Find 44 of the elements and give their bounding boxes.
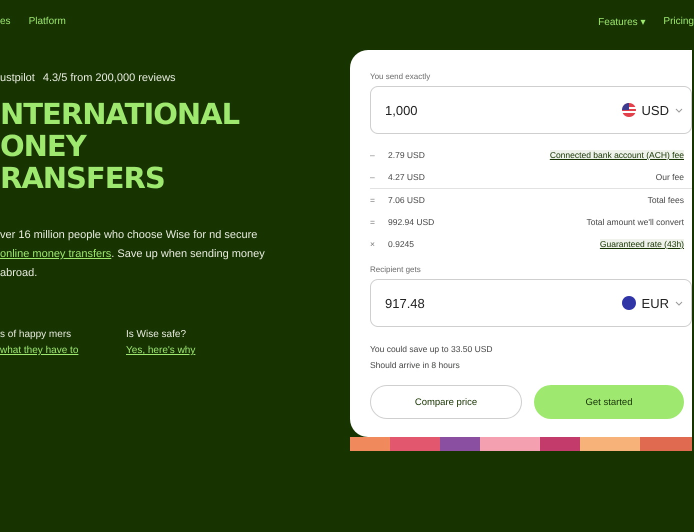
operator-sign: =	[370, 195, 376, 205]
link[interactable]: what they have to	[0, 343, 96, 359]
nav-link[interactable]: es	[0, 16, 11, 46]
brand-name: ustpilot	[0, 72, 35, 84]
amount-field[interactable]: 917.48 EUR	[370, 279, 692, 327]
nav-link[interactable]: Features ▾	[598, 16, 646, 46]
chevron-icon	[675, 300, 683, 306]
compare-button[interactable]: Compare price	[370, 385, 522, 419]
fee-amount: 992.94 USD	[388, 217, 436, 227]
headline: ONEY	[0, 130, 88, 162]
operator-sign: –	[370, 150, 376, 160]
intro-text: ver 16 million people who choose Wise for nd secure online money transfers. Save up when sending money abroad.	[0, 228, 266, 281]
fee-label: Total fees	[646, 195, 684, 205]
link[interactable]: online money transfers	[0, 248, 112, 260]
flag-icon	[622, 103, 636, 117]
fee-link[interactable]: Guaranteed rate (43h)	[600, 239, 684, 249]
fee-amount: 0.9245	[388, 239, 415, 249]
flag-icon	[622, 296, 636, 310]
link[interactable]: Yes, here's why	[126, 343, 222, 359]
amount-field[interactable]: 1,000 USD	[370, 86, 692, 134]
start-button[interactable]: Get started	[534, 385, 684, 419]
headline: NTERNATIONAL	[0, 98, 240, 130]
nav-link[interactable]: Platform	[28, 16, 66, 46]
fee-label: Our fee	[654, 172, 684, 182]
info-text: Should arrive in 8 hours	[370, 359, 461, 372]
fee-label: Total amount we'll convert	[585, 217, 684, 227]
currency-selector[interactable]: USD	[622, 102, 683, 118]
chevron-icon	[675, 108, 683, 112]
operator-sign: =	[370, 217, 376, 227]
fee-amount: 7.06 USD	[388, 195, 426, 205]
info-text: You could save up to 33.50 USD	[370, 343, 494, 356]
stat-text: s of happy mers	[0, 328, 72, 342]
fee-link[interactable]: Connected bank account (ACH) fee	[550, 150, 684, 160]
operator-sign: ×	[370, 239, 376, 249]
headline: RANSFERS	[0, 162, 166, 194]
field-label: Recipient gets	[370, 265, 422, 274]
field-label: You send exactly	[370, 72, 432, 81]
nav-link[interactable]: Pricing	[663, 16, 694, 46]
stat-text: Is Wise safe?	[126, 328, 188, 342]
fee-amount: 2.79 USD	[388, 150, 426, 160]
rating-text: 4.3/5 from 200,000 reviews	[42, 72, 176, 84]
operator-sign: –	[370, 172, 376, 182]
currency-selector[interactable]: EUR	[622, 296, 683, 310]
fee-amount: 4.27 USD	[388, 172, 426, 182]
